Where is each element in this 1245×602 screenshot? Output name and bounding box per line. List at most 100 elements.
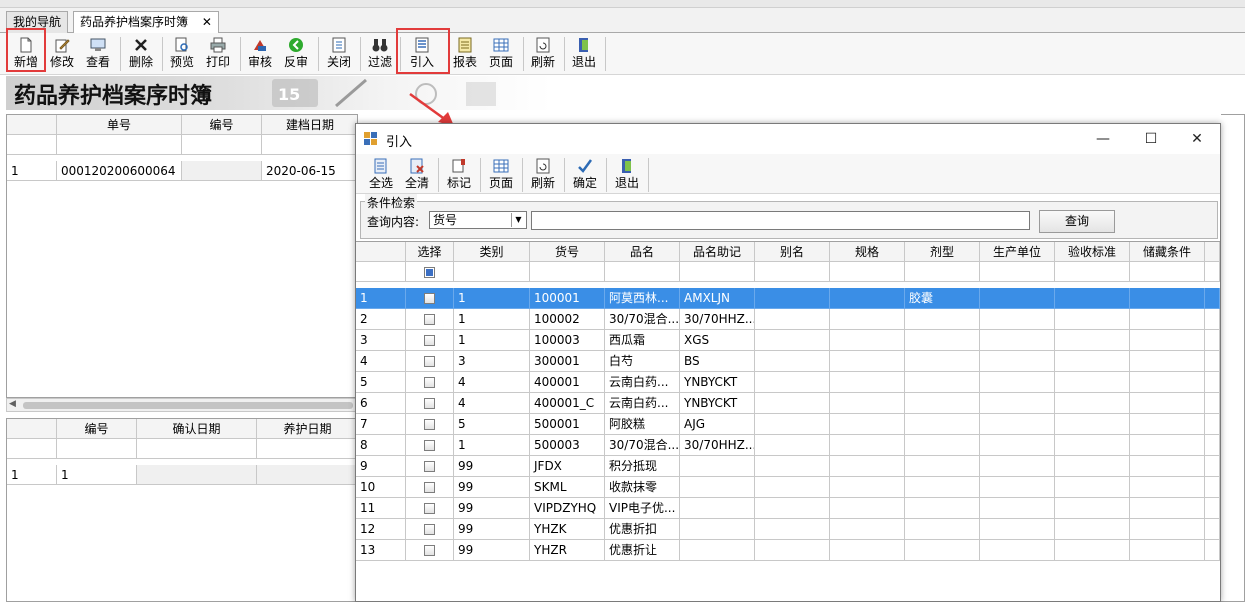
filter-cell[interactable] xyxy=(680,262,755,282)
cell-mnemonic[interactable]: YNBYCKT xyxy=(680,372,755,393)
cell-mnemonic[interactable]: 30/70HHZ... xyxy=(680,435,755,456)
cell-select[interactable] xyxy=(406,540,454,561)
cell-manufacturer[interactable] xyxy=(980,456,1055,477)
cell-spec[interactable] xyxy=(830,309,905,330)
cell-acceptance-std[interactable] xyxy=(1055,414,1130,435)
cell-name[interactable]: 阿莫西林... xyxy=(605,288,680,309)
cell-mnemonic[interactable] xyxy=(680,477,755,498)
cell-alias[interactable] xyxy=(755,519,830,540)
cell-acceptance-std[interactable] xyxy=(1055,477,1130,498)
cell-alias[interactable] xyxy=(755,435,830,456)
cell-select[interactable] xyxy=(406,372,454,393)
cell-dosage-form[interactable]: 胶囊 xyxy=(905,288,980,309)
cell-mnemonic[interactable]: YNBYCKT xyxy=(680,393,755,414)
cell-acceptance-std[interactable] xyxy=(1055,540,1130,561)
filter-button[interactable]: 过滤 xyxy=(362,35,398,73)
cell-storage[interactable] xyxy=(1130,519,1205,540)
checkbox-icon[interactable] xyxy=(424,482,435,493)
audit-button[interactable]: 审核 xyxy=(242,35,278,73)
cell-name[interactable]: 优惠折扣 xyxy=(605,519,680,540)
cell-select[interactable] xyxy=(406,435,454,456)
cell-code[interactable]: 400001_C xyxy=(530,393,605,414)
checkbox-icon[interactable] xyxy=(424,419,435,430)
column-header-code[interactable]: 编号 xyxy=(57,419,137,439)
cell-dosage-form[interactable] xyxy=(905,351,980,372)
column-header-date[interactable]: 建档日期 xyxy=(262,115,357,135)
cell-code[interactable]: VIPDZYHQ xyxy=(530,498,605,519)
cell-category[interactable]: 99 xyxy=(454,498,530,519)
cell-storage[interactable] xyxy=(1130,351,1205,372)
filter-cell[interactable] xyxy=(454,262,530,282)
filter-cell[interactable] xyxy=(257,439,357,459)
cell-spec[interactable] xyxy=(830,435,905,456)
cell-manufacturer[interactable] xyxy=(980,519,1055,540)
refresh-button[interactable]: 刷新 xyxy=(526,156,560,192)
cell-code[interactable]: 300001 xyxy=(530,351,605,372)
cell-dosage-form[interactable] xyxy=(905,330,980,351)
cell-storage[interactable] xyxy=(1130,330,1205,351)
cell-spec[interactable] xyxy=(830,477,905,498)
column-header-code[interactable]: 编号 xyxy=(182,115,262,135)
table-row[interactable]: 4 3 300001 白芍 BS xyxy=(356,351,1220,372)
unaudit-button[interactable]: 反审 xyxy=(278,35,314,73)
cell-alias[interactable] xyxy=(755,372,830,393)
cell-category[interactable]: 99 xyxy=(454,477,530,498)
confirm-button[interactable]: 确定 xyxy=(568,156,602,192)
checkbox-icon[interactable] xyxy=(424,356,435,367)
edit-button[interactable]: 修改 xyxy=(44,35,80,73)
cell-dosage-form[interactable] xyxy=(905,477,980,498)
checkbox-icon[interactable] xyxy=(424,503,435,514)
tab-close-icon[interactable]: ✕ xyxy=(202,15,212,29)
cell-spec[interactable] xyxy=(830,351,905,372)
cell-manufacturer[interactable] xyxy=(980,393,1055,414)
cell-manufacturer[interactable] xyxy=(980,435,1055,456)
cell-dosage-form[interactable] xyxy=(905,414,980,435)
cell-acceptance-std[interactable] xyxy=(1055,309,1130,330)
cell-category[interactable]: 5 xyxy=(454,414,530,435)
filter-cell[interactable] xyxy=(755,262,830,282)
cell-mnemonic[interactable] xyxy=(680,456,755,477)
cell-acceptance-std[interactable] xyxy=(1055,519,1130,540)
cell-spec[interactable] xyxy=(830,330,905,351)
column-header-alias[interactable]: 别名 xyxy=(755,242,830,262)
cell-spec[interactable] xyxy=(830,414,905,435)
filter-cell[interactable] xyxy=(905,262,980,282)
page-button[interactable]: 页面 xyxy=(483,35,519,73)
cell-category[interactable]: 3 xyxy=(454,351,530,372)
cell-code[interactable]: YHZR xyxy=(530,540,605,561)
upper-grid-scrollbar[interactable]: ◀ xyxy=(6,398,358,412)
filter-cell[interactable] xyxy=(980,262,1055,282)
column-header-category[interactable]: 类别 xyxy=(454,242,530,262)
cell-dosage-form[interactable] xyxy=(905,309,980,330)
cell-spec[interactable] xyxy=(830,498,905,519)
tab-maintenance-register[interactable]: 药品养护档案序时簿 ✕ xyxy=(73,11,219,34)
cell-dosage-form[interactable] xyxy=(905,498,980,519)
cell-code[interactable]: 100003 xyxy=(530,330,605,351)
cell-spec[interactable] xyxy=(830,519,905,540)
cell-name[interactable]: 白芍 xyxy=(605,351,680,372)
cell-mnemonic[interactable] xyxy=(680,519,755,540)
cell-storage[interactable] xyxy=(1130,393,1205,414)
cell-manufacturer[interactable] xyxy=(980,540,1055,561)
cell-alias[interactable] xyxy=(755,498,830,519)
cell-acceptance-std[interactable] xyxy=(1055,330,1130,351)
column-header-dosage-form[interactable]: 剂型 xyxy=(905,242,980,262)
cell-storage[interactable] xyxy=(1130,372,1205,393)
cell-select[interactable] xyxy=(406,288,454,309)
exit-button[interactable]: 退出 xyxy=(566,35,602,73)
filter-cell[interactable] xyxy=(262,135,357,155)
cell-storage[interactable] xyxy=(1130,477,1205,498)
dialog-title-bar[interactable]: 引入 — ☐ ✕ xyxy=(356,124,1220,154)
cell-select[interactable] xyxy=(406,456,454,477)
query-input[interactable] xyxy=(531,211,1030,230)
cell-dosage-form[interactable] xyxy=(905,456,980,477)
filter-cell[interactable] xyxy=(830,262,905,282)
cell-select[interactable] xyxy=(406,477,454,498)
cell-dosage-form[interactable] xyxy=(905,519,980,540)
cell-spec[interactable] xyxy=(830,288,905,309)
filter-cell[interactable] xyxy=(1055,262,1130,282)
filter-cell[interactable] xyxy=(182,135,262,155)
column-header-name[interactable]: 品名 xyxy=(605,242,680,262)
cell-storage[interactable] xyxy=(1130,540,1205,561)
scrollbar-thumb[interactable] xyxy=(23,402,353,409)
